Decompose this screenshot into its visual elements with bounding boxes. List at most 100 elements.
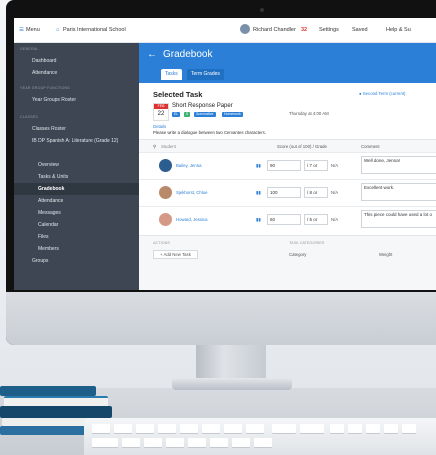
- student-name[interactable]: Sjekhorst, Chloe: [176, 190, 208, 195]
- tab-tasks[interactable]: Tasks: [161, 69, 182, 80]
- key: [232, 438, 250, 447]
- na-option[interactable]: N/A: [331, 217, 338, 222]
- sidebar-item-gradebook[interactable]: Gradebook: [14, 183, 139, 195]
- sidebar-section-classes: CLASSES: [20, 115, 38, 119]
- sidebar-item-year-groups[interactable]: Year Groups Roster: [14, 94, 139, 106]
- grade-input[interactable]: / 7 or: [304, 160, 328, 171]
- menu-label[interactable]: Menu: [26, 27, 40, 33]
- key: [188, 438, 206, 447]
- avatar[interactable]: [240, 24, 250, 34]
- notification-count[interactable]: 32: [301, 27, 307, 33]
- files-label: Files: [38, 234, 49, 240]
- monitor-chin: [6, 292, 436, 345]
- attendance-sub-label: Attendance: [38, 198, 64, 204]
- comment-input[interactable]: This piece could have used a lot o: [361, 210, 436, 228]
- school-name[interactable]: Paris International School: [63, 27, 126, 33]
- gradebook-header: ← Gradebook Tasks Term Grades: [139, 43, 436, 83]
- sidebar-item-dashboard[interactable]: Dashboard: [14, 55, 139, 67]
- page-title: Gradebook: [163, 49, 213, 60]
- search-icon[interactable]: ⚲: [153, 144, 156, 150]
- sidebar-item-groups[interactable]: Groups: [14, 255, 139, 267]
- sidebar-item-members[interactable]: Members: [14, 243, 139, 255]
- task-title[interactable]: Short Response Paper: [172, 103, 233, 109]
- calendar-label: Calendar: [38, 222, 59, 228]
- table-row: Bailey, Jenna ▮▮ 90 / 7 or N/A Well done…: [139, 152, 436, 179]
- key: [122, 438, 140, 447]
- back-arrow-icon[interactable]: ←: [147, 49, 157, 60]
- selected-task-heading: Selected Task: [153, 90, 203, 99]
- sidebar-section-groups: YEAR GROUP FUNCTIONS: [20, 86, 70, 90]
- analytics-icon[interactable]: ▮▮: [256, 217, 261, 223]
- add-task-label: Add New Task: [163, 252, 191, 257]
- key: [246, 424, 264, 433]
- term-label: Second Term (current): [362, 91, 406, 96]
- na-option[interactable]: N/A: [331, 163, 338, 168]
- key: [272, 424, 296, 433]
- attendance-label: Attendance: [32, 70, 58, 76]
- score-input[interactable]: 90: [267, 160, 301, 171]
- key: [210, 438, 228, 447]
- key: [366, 424, 380, 433]
- sidebar: GENERAL Dashboard Attendance YEAR GROUP …: [14, 43, 139, 290]
- key: [92, 424, 110, 433]
- camera-icon: [260, 8, 264, 12]
- grade-input[interactable]: / 5 or: [304, 214, 328, 225]
- main-panel: ← Gradebook Tasks Term Grades Selected T…: [139, 43, 436, 290]
- key: [114, 424, 132, 433]
- sidebar-item-attendance[interactable]: Attendance: [14, 195, 139, 207]
- key: [144, 438, 162, 447]
- home-icon: ⌂: [56, 27, 60, 33]
- badge-5: 5: [184, 112, 190, 117]
- student-avatar[interactable]: [159, 159, 172, 172]
- sidebar-item-calendar[interactable]: Calendar: [14, 219, 139, 231]
- app-topbar: ☰ Menu ⌂ Paris International School Rich…: [14, 18, 436, 43]
- student-name[interactable]: Howard, Jessica: [176, 217, 208, 222]
- weight-column: Weight: [379, 252, 393, 257]
- key: [224, 424, 242, 433]
- key: [158, 424, 176, 433]
- col-student[interactable]: Student: [161, 144, 176, 149]
- col-comment: Comment: [361, 144, 380, 149]
- sidebar-item-class[interactable]: IB DP Spanish A: Literature (Grade 12): [14, 137, 139, 153]
- student-name[interactable]: Bailey, Jenna: [176, 163, 201, 168]
- user-name[interactable]: Richard Chandler: [253, 27, 296, 33]
- members-label: Members: [38, 246, 59, 252]
- key: [254, 438, 272, 447]
- term-selector[interactable]: ● Second Term (current): [359, 91, 405, 96]
- tab-term-grades[interactable]: Term Grades: [187, 69, 224, 80]
- student-avatar[interactable]: [159, 186, 172, 199]
- na-option[interactable]: N/A: [331, 190, 338, 195]
- key: [180, 424, 198, 433]
- add-task-button[interactable]: + Add New Task: [153, 250, 198, 259]
- help-link[interactable]: Help & Su: [386, 27, 411, 33]
- analytics-icon[interactable]: ▮▮: [256, 163, 261, 169]
- saved-link[interactable]: Saved: [352, 27, 368, 33]
- analytics-icon[interactable]: ▮▮: [256, 190, 261, 196]
- due-date: Thursday at 4:00 AM: [289, 111, 329, 116]
- key: [402, 424, 416, 433]
- sidebar-item-files[interactable]: Files: [14, 231, 139, 243]
- comment-input[interactable]: Well done, Jenna!: [361, 156, 436, 174]
- details-label: Details: [153, 124, 167, 129]
- grade-value: 7: [309, 163, 313, 168]
- monitor-stand-base: [172, 378, 292, 390]
- key: [202, 424, 220, 433]
- details-text: Please write a dialogue between two Cerv…: [153, 130, 266, 135]
- sidebar-item-classes-roster[interactable]: Classes Roster: [14, 123, 139, 135]
- sidebar-item-tasks[interactable]: Tasks & Units: [14, 171, 139, 183]
- sidebar-item-overview[interactable]: Overview: [14, 159, 139, 171]
- sidebar-item-messages[interactable]: Messages: [14, 207, 139, 219]
- menu-icon[interactable]: ☰: [19, 27, 24, 33]
- col-score: Score (out of 100) / Grade: [277, 144, 327, 149]
- settings-link[interactable]: Settings: [319, 27, 339, 33]
- sidebar-item-attendance-top[interactable]: Attendance: [14, 67, 139, 79]
- comment-input[interactable]: Excellent work.: [361, 183, 436, 201]
- book-3: [0, 406, 112, 418]
- table-header: ⚲ Student Score (out of 100) / Grade Com…: [139, 139, 436, 152]
- key: [300, 424, 324, 433]
- grade-input[interactable]: / 8 or: [304, 187, 328, 198]
- score-input[interactable]: 60: [267, 214, 301, 225]
- score-input[interactable]: 100: [267, 187, 301, 198]
- student-avatar[interactable]: [159, 213, 172, 226]
- year-groups-label: Year Groups Roster: [32, 97, 77, 103]
